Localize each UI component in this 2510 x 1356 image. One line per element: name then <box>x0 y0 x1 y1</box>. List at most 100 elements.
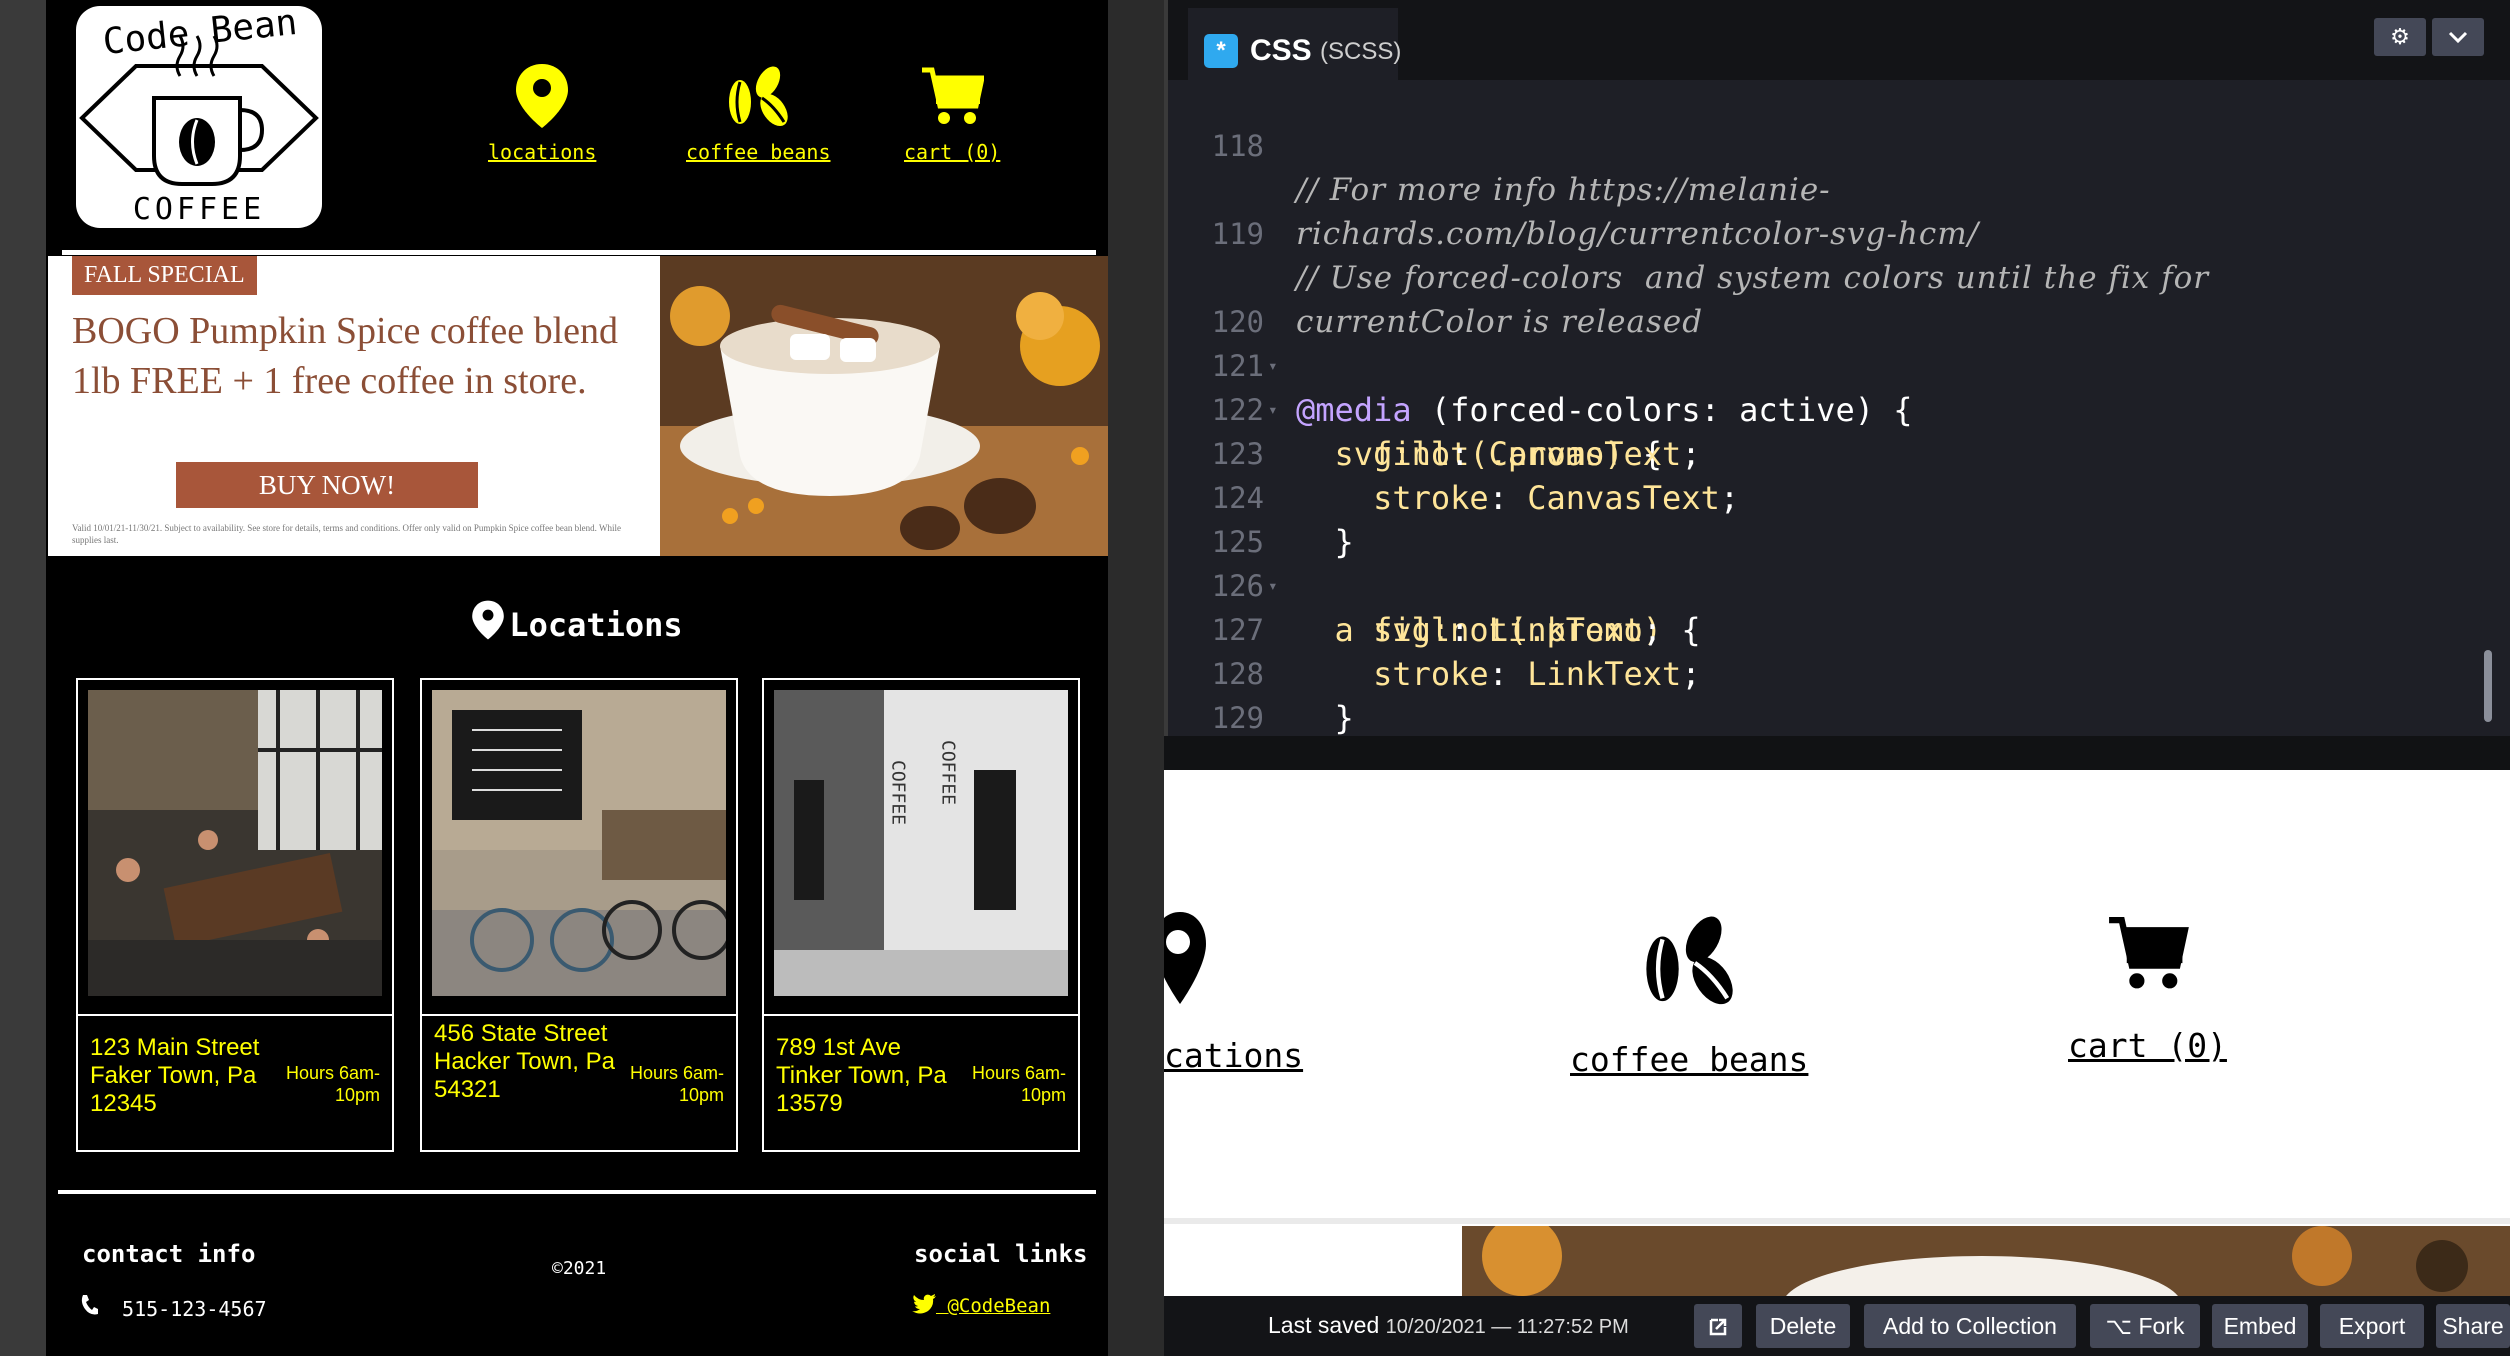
code-line: 127 stroke: LinkText; <box>1168 564 1701 693</box>
code-comment: currentColor is released <box>1296 304 1704 340</box>
twitter-handle: @CodeBean <box>947 1295 1051 1317</box>
tab-subtitle: (SCSS) <box>1320 38 1402 65</box>
editor-scrollbar[interactable] <box>2484 650 2492 722</box>
result-nav-cart-link[interactable]: cart (0) <box>2068 910 2227 1065</box>
logo[interactable]: Code Bean COFFEE <box>76 2 322 228</box>
code-line: richards.com/blog/currentcolor-svg-hcm/ <box>1168 124 1978 252</box>
cart-icon <box>2109 916 2190 989</box>
code-text: @media (forced-colors: active) { <box>1296 391 1913 429</box>
promo-photo <box>660 256 1108 556</box>
contact-info-title: contact info <box>82 1240 256 1268</box>
code-line: 129 } <box>1168 652 1284 735</box>
location-card: 123 Main Street Faker Town, Pa 12345 Hou… <box>76 678 394 1152</box>
promo-banner: FALL SPECIAL BOGO Pumpkin Spice coffee b… <box>48 256 1108 556</box>
chevron-down-icon <box>2448 31 2468 44</box>
card-divider <box>764 1014 1078 1016</box>
code-text: stroke: CanvasText; <box>1296 479 1740 517</box>
buy-now-button[interactable]: BUY NOW! <box>176 462 478 508</box>
map-pin-icon <box>1164 912 1206 1004</box>
phone-icon <box>80 1295 110 1321</box>
fork-button-label: Fork <box>2138 1313 2185 1339</box>
code-line: 122 fill: CanvasText; <box>1168 344 1701 473</box>
last-saved-time: 10/20/2021 — 11:27:52 PM <box>1385 1316 1629 1338</box>
editor-collapse-button[interactable] <box>2432 18 2484 56</box>
embed-button[interactable]: Embed <box>2212 1304 2308 1348</box>
location-address: 789 1st Ave Tinker Town, Pa 13579 <box>776 1034 947 1117</box>
result-nav-cart-label: cart (0) <box>2068 1026 2227 1065</box>
result-nav-coffee-beans-link[interactable]: coffee beans <box>1570 910 1808 1079</box>
nav-cart-label: cart (0) <box>904 140 1001 164</box>
cart-icon <box>922 67 985 124</box>
fork-button[interactable]: ⌥ Fork <box>2090 1304 2200 1348</box>
nav-locations-link[interactable]: locations <box>488 62 596 164</box>
twitter-link[interactable]: @CodeBean <box>912 1294 1050 1317</box>
nav-locations-label: locations <box>488 140 597 164</box>
tab-title: CSS <box>1250 34 1312 67</box>
open-in-new-window-button[interactable] <box>1694 1304 1742 1348</box>
phone-text: 515-123-4567 <box>122 1297 267 1321</box>
export-button[interactable]: Export <box>2320 1304 2424 1348</box>
last-saved-label: Last saved <box>1268 1312 1380 1338</box>
code-comment: // Use forced-colors and system colors u… <box>1296 260 2210 296</box>
location-hours: Hours 6am-10pm <box>971 1063 1066 1105</box>
header-divider <box>62 250 1096 255</box>
code-line: 124 } <box>1168 432 1354 561</box>
code-line: 130 <box>1168 696 1284 736</box>
locations-heading: Locations <box>46 598 1108 644</box>
code-line: 125 ▾ a svg:not(.promo) { <box>1168 476 1701 649</box>
promo-fine-print: Valid 10/01/21-11/30/21. Subject to avai… <box>72 523 621 545</box>
code-line: 121 ▾ svg:not(.promo) { <box>1168 300 1662 473</box>
code-text: stroke: LinkText; <box>1296 655 1701 693</box>
coffee-beans-icon <box>729 66 788 127</box>
code-comment: richards.com/blog/currentcolor-svg-hcm/ <box>1296 216 1980 252</box>
code-line: 118 // For more info https://melanie- <box>1168 80 1830 208</box>
editor-footer-bar: Last saved 10/20/2021 — 11:27:52 PM Dele… <box>1164 1296 2510 1356</box>
map-pin-icon <box>516 64 569 128</box>
promo-tag: FALL SPECIAL <box>72 256 257 295</box>
panel-resizer[interactable] <box>1164 736 2510 770</box>
delete-button[interactable]: Delete <box>1756 1304 1850 1348</box>
svg-text:COFFEE: COFFEE <box>938 740 959 805</box>
result-nav-coffee-beans-label: coffee beans <box>1570 1040 1809 1079</box>
result-divider <box>1164 1218 2510 1224</box>
location-card: 456 State Street Hacker Town, Pa 54321 H… <box>420 678 738 1152</box>
code-line: 123 stroke: CanvasText; <box>1168 388 1740 517</box>
map-pin-icon <box>472 600 505 640</box>
footer-divider <box>58 1190 1096 1194</box>
code-line: 119 // Use forced-colors and system colo… <box>1168 168 2208 296</box>
location-card: COFFEE COFFEE 789 1st Ave Tinker Town, P… <box>762 678 1080 1152</box>
code-line: 120 ▾ @media (forced-colors: active) { <box>1168 256 1913 429</box>
scss-icon: * <box>1204 34 1238 68</box>
gear-icon: ⚙ <box>2390 24 2410 49</box>
code-line: 128 } <box>1168 608 1354 736</box>
editor-settings-button[interactable]: ⚙ <box>2374 18 2426 56</box>
last-saved: Last saved 10/20/2021 — 11:27:52 PM <box>1268 1312 1629 1339</box>
copyright: ©2021 <box>552 1258 607 1279</box>
nav-cart-link[interactable]: cart (0) <box>904 62 1000 164</box>
code-area[interactable]: 118 // For more info https://melanie- ri… <box>1168 80 2498 736</box>
share-button[interactable]: Share <box>2436 1304 2510 1348</box>
result-nav-locations-label: cations <box>1164 1036 1304 1075</box>
code-text: fill: LinkText; <box>1296 611 1663 649</box>
pane-resizer[interactable] <box>1108 0 1164 1356</box>
svg-text:COFFEE: COFFEE <box>888 760 909 825</box>
location-photo: COFFEE COFFEE <box>774 690 1068 996</box>
coffee-beans-icon <box>1646 916 1733 1005</box>
result-nav-locations-link[interactable]: cations <box>1164 910 1303 1075</box>
location-photo <box>432 690 726 996</box>
left-gutter <box>0 0 46 1356</box>
nav-coffee-beans-label: coffee beans <box>686 140 831 164</box>
code-comment: // For more info https://melanie- <box>1296 172 1831 208</box>
logo-bottom-text: COFFEE <box>132 192 266 227</box>
code-text: } <box>1296 699 1354 736</box>
preview-page: Code Bean COFFEE locations coffee beans … <box>46 0 1108 1356</box>
location-hours: Hours 6am-10pm <box>285 1063 380 1105</box>
css-tab[interactable]: * CSS (SCSS) <box>1188 8 1402 80</box>
twitter-icon <box>912 1294 936 1314</box>
external-link-icon <box>1709 1318 1727 1336</box>
css-editor-panel: * CSS (SCSS) ⚙ 118 // For more info http… <box>1164 0 2510 736</box>
code-text: } <box>1296 523 1354 561</box>
add-to-collection-button[interactable]: Add to Collection <box>1864 1304 2076 1348</box>
location-photo <box>88 690 382 996</box>
nav-coffee-beans-link[interactable]: coffee beans <box>686 62 831 164</box>
